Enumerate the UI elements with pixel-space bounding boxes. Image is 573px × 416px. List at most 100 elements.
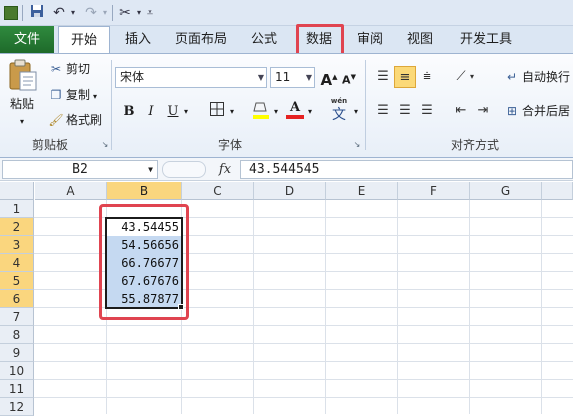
font-family-select[interactable]: 宋体 ▼	[115, 67, 267, 88]
copy-label: 复制	[66, 88, 91, 102]
row-header-1[interactable]: 1	[0, 200, 34, 218]
borders-button[interactable]	[206, 101, 228, 123]
brush-icon: 🖌	[48, 113, 64, 127]
grow-font-button[interactable]: A▲	[318, 66, 340, 89]
paste-dropdown-icon[interactable]: ▾	[20, 112, 24, 132]
shrink-arrow-icon: ▼	[350, 73, 356, 81]
excel-app-icon[interactable]	[4, 6, 18, 20]
insert-function-button[interactable]: fx	[214, 160, 236, 179]
copy-dropdown-icon[interactable]: ▾	[93, 92, 97, 101]
row-header-6[interactable]: 6	[0, 290, 34, 308]
tab-view[interactable]: 视图	[400, 26, 440, 53]
merge-center-button[interactable]: ⊞ 合并后居	[504, 101, 570, 121]
redo-icon[interactable]: ↷	[82, 4, 100, 22]
grow-arrow-icon: ▲	[332, 73, 338, 81]
font-size-select[interactable]: 11 ▼	[270, 67, 315, 88]
row-header-5[interactable]: 5	[0, 272, 34, 290]
customize-icon[interactable]: ✂	[116, 4, 134, 22]
tab-home[interactable]: 开始	[58, 26, 110, 54]
cut-button[interactable]: ✂ 剪切	[48, 59, 90, 79]
align-top-icon[interactable]: ☰	[372, 66, 394, 88]
group-divider	[365, 60, 366, 150]
name-box[interactable]: B2 ▼	[2, 160, 158, 179]
tab-review[interactable]: 审阅	[350, 26, 390, 53]
align-bottom-icon[interactable]: ⩧	[416, 66, 438, 88]
grid-line	[34, 379, 573, 380]
column-header-c[interactable]: C	[182, 182, 254, 200]
phonetic-guide-button[interactable]: wén 文	[326, 97, 352, 127]
formula-input[interactable]: 43.544545	[240, 160, 573, 179]
grow-font-glyph: A	[320, 71, 333, 89]
phonetic-dropdown-icon[interactable]: ▾	[350, 101, 362, 123]
chevron-down-icon[interactable]: ▼	[148, 161, 153, 178]
grid-line	[34, 325, 573, 326]
row-header-10[interactable]: 10	[0, 362, 34, 380]
wrap-text-icon: ↵	[506, 70, 518, 84]
row-header-2[interactable]: 2	[0, 218, 34, 236]
row-header-3[interactable]: 3	[0, 236, 34, 254]
font-color-button[interactable]: A	[284, 97, 306, 125]
font-color-swatch	[286, 115, 304, 119]
cut-label: 剪切	[66, 62, 91, 76]
chevron-down-icon: ▼	[305, 73, 312, 82]
merge-center-label: 合并后居	[522, 104, 571, 118]
row-header-12[interactable]: 12	[0, 398, 34, 416]
font-size-value: 11	[275, 70, 291, 84]
tab-formulas[interactable]: 公式	[244, 26, 284, 53]
column-header-f[interactable]: F	[398, 182, 470, 200]
row-header-8[interactable]: 8	[0, 326, 34, 344]
align-center-icon[interactable]: ☰	[394, 100, 416, 122]
row-header-9[interactable]: 9	[0, 344, 34, 362]
tab-file[interactable]: 文件	[0, 26, 54, 53]
column-header-overflow[interactable]	[542, 182, 573, 200]
undo-dropdown-icon[interactable]: ▾	[68, 4, 78, 22]
fill-color-button[interactable]	[250, 99, 272, 125]
ribbon-home: 粘贴 ▾ ✂ 剪切 ❐ 复制 ▾ 🖌 格式刷 剪贴板 ↘ 宋体 ▼ 11 ▼ A▲ A▼ B…	[0, 53, 573, 158]
tab-developer[interactable]: 开发工具	[454, 26, 518, 53]
column-header-d[interactable]: D	[254, 182, 326, 200]
format-painter-button[interactable]: 🖌 格式刷	[48, 110, 102, 130]
borders-dropdown-icon[interactable]: ▾	[226, 101, 238, 123]
underline-dropdown-icon[interactable]: ▾	[180, 101, 192, 123]
align-left-icon[interactable]: ☰	[372, 100, 394, 122]
row-header-7[interactable]: 7	[0, 308, 34, 326]
wrap-text-button[interactable]: ↵ 自动换行	[504, 67, 570, 87]
align-right-icon[interactable]: ☰	[416, 100, 438, 122]
decrease-indent-icon[interactable]: ⇤	[450, 100, 472, 122]
redo-dropdown-icon[interactable]: ▾	[100, 4, 110, 22]
save-icon[interactable]	[28, 4, 46, 22]
merge-cells-icon: ⊞	[506, 104, 518, 118]
row-header-11[interactable]: 11	[0, 380, 34, 398]
column-header-e[interactable]: E	[326, 182, 398, 200]
column-header-g[interactable]: G	[470, 182, 542, 200]
qat-more-icon[interactable]: ⩡	[144, 4, 156, 22]
copy-button[interactable]: ❐ 复制 ▾	[48, 85, 97, 105]
bold-button[interactable]: B	[118, 101, 140, 123]
font-color-dropdown-icon[interactable]: ▾	[304, 101, 316, 123]
shrink-font-glyph: A	[342, 73, 351, 87]
select-all-corner[interactable]	[0, 182, 34, 200]
fill-color-dropdown-icon[interactable]: ▾	[270, 101, 282, 123]
row-header-4[interactable]: 4	[0, 254, 34, 272]
shrink-font-button[interactable]: A▼	[338, 66, 360, 88]
font-launcher-icon[interactable]: ↘	[352, 140, 362, 150]
align-middle-icon[interactable]: ≡	[394, 66, 416, 88]
tab-page-layout[interactable]: 页面布局	[170, 26, 232, 53]
font-family-value: 宋体	[120, 70, 145, 84]
increase-indent-icon[interactable]: ⇥	[472, 100, 494, 122]
orientation-dropdown-icon[interactable]: ▾	[466, 66, 478, 88]
formula-bar-resize-handle[interactable]	[162, 161, 206, 178]
paste-button[interactable]: 粘贴	[10, 94, 40, 114]
borders-icon	[210, 102, 224, 116]
undo-icon[interactable]: ↶	[50, 4, 68, 22]
clipboard-launcher-icon[interactable]: ↘	[100, 140, 110, 150]
italic-button[interactable]: I	[140, 101, 162, 123]
alignment-group-label: 对齐方式	[450, 138, 499, 152]
column-header-a[interactable]: A	[35, 182, 107, 200]
paste-icon[interactable]	[6, 58, 40, 94]
column-header-b[interactable]: B	[107, 182, 182, 200]
customize-dropdown-icon[interactable]: ▾	[134, 4, 144, 22]
quick-access-toolbar: ↶ ▾ ↷ ▾ ✂ ▾ ⩡	[0, 0, 573, 26]
phonetic-char: 文	[332, 107, 346, 123]
tab-insert[interactable]: 插入	[118, 26, 158, 53]
